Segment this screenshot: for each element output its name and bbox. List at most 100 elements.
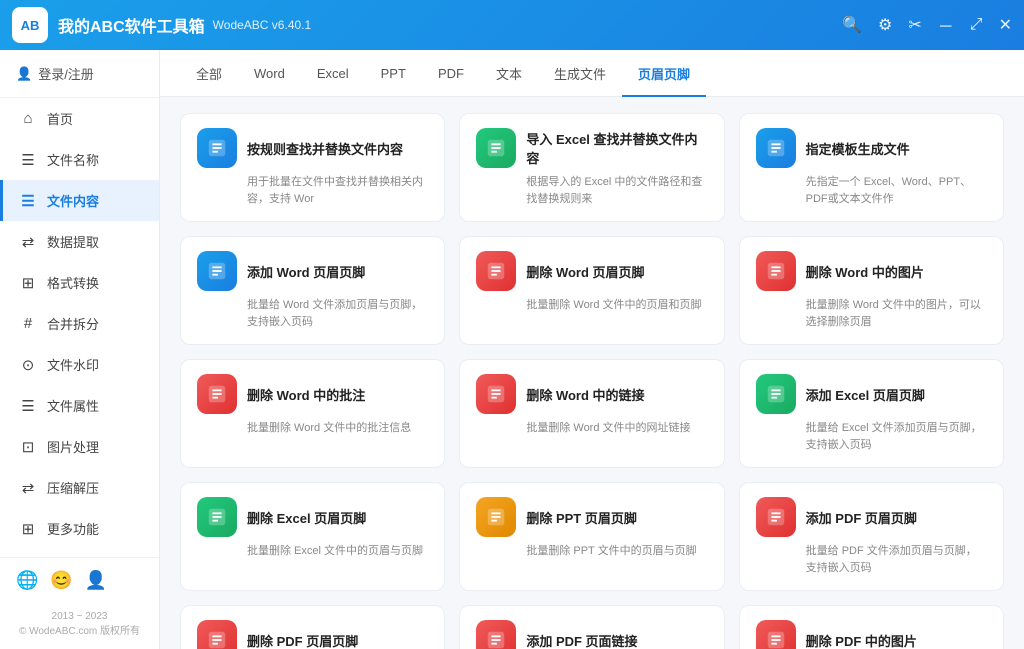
nav-label-dataextract: 数据提取 bbox=[47, 232, 99, 251]
nav-label-formatconvert: 格式转换 bbox=[47, 273, 99, 292]
tool-card[interactable]: 指定模板生成文件 先指定一个 Excel、Word、PPT、PDF或文本文件作 bbox=[739, 113, 1004, 222]
tool-card[interactable]: 删除 Word 中的链接 批量删除 Word 文件中的网址链接 bbox=[459, 359, 724, 468]
tool-name: 删除 Word 中的链接 bbox=[526, 385, 644, 404]
tool-name: 删除 Word 页眉页脚 bbox=[526, 262, 644, 281]
search-icon[interactable]: 🔍 bbox=[842, 15, 862, 35]
nav-label-watermark: 文件水印 bbox=[47, 355, 99, 374]
tool-card-header: 删除 Word 中的批注 bbox=[197, 374, 428, 414]
tool-icon bbox=[197, 251, 237, 291]
maximize-icon[interactable]: ⤢ bbox=[970, 16, 983, 34]
tool-name: 添加 Excel 页眉页脚 bbox=[806, 385, 925, 404]
tool-name: 指定模板生成文件 bbox=[806, 139, 910, 158]
tool-card[interactable]: 删除 PDF 中的图片 批量删除 PDF 文件中的图片 bbox=[739, 605, 1004, 649]
tool-card[interactable]: 添加 PDF 页面链接 批量给 PDF 的整个页面添加一个网址链接，在单击 bbox=[459, 605, 724, 649]
login-label: 登录/注册 bbox=[38, 64, 94, 83]
tool-name: 按规则查找并替换文件内容 bbox=[247, 139, 403, 158]
tool-card[interactable]: 按规则查找并替换文件内容 用于批量在文件中查找并替换相关内容，支持 Wor bbox=[180, 113, 445, 222]
tool-desc: 用于批量在文件中查找并替换相关内容，支持 Wor bbox=[197, 174, 428, 207]
tab-全部[interactable]: 全部 bbox=[180, 50, 238, 97]
tool-icon bbox=[197, 497, 237, 537]
sidebar-item-mergesplit[interactable]: # 合并拆分 bbox=[0, 303, 159, 344]
tab-文本[interactable]: 文本 bbox=[480, 50, 538, 97]
tool-card[interactable]: 添加 Excel 页眉页脚 批量给 Excel 文件添加页眉与页脚，支持嵌入页码 bbox=[739, 359, 1004, 468]
tool-card-header: 添加 PDF 页面链接 bbox=[476, 620, 707, 649]
emoji-icon[interactable]: 😊 bbox=[50, 570, 72, 591]
tab-PDF[interactable]: PDF bbox=[422, 52, 480, 95]
copyright: 2013 ~ 2023 © WodeABC.com 版权所有 bbox=[0, 603, 159, 649]
tool-card-header: 删除 PDF 中的图片 bbox=[756, 620, 987, 649]
tool-icon bbox=[476, 497, 516, 537]
nav-label-fileprop: 文件属性 bbox=[47, 396, 99, 415]
tool-desc: 批量删除 Excel 文件中的页眉与页脚 bbox=[197, 543, 428, 560]
tool-card[interactable]: 添加 Word 页眉页脚 批量给 Word 文件添加页眉与页脚，支持嵌入页码 bbox=[180, 236, 445, 345]
nav-label-compress: 压缩解压 bbox=[47, 478, 99, 497]
tool-card-header: 添加 Word 页眉页脚 bbox=[197, 251, 428, 291]
tool-desc: 根据导入的 Excel 中的文件路径和查找替换规则来 bbox=[476, 174, 707, 207]
sidebar-item-filename[interactable]: ☰ 文件名称 bbox=[0, 139, 159, 180]
sidebar-item-home[interactable]: ⌂ 首页 bbox=[0, 98, 159, 139]
tool-icon bbox=[756, 374, 796, 414]
tool-desc: 批量给 Excel 文件添加页眉与页脚，支持嵌入页码 bbox=[756, 420, 987, 453]
tool-desc: 批量删除 PPT 文件中的页眉与页脚 bbox=[476, 543, 707, 560]
nav-icon-dataextract: ⇄ bbox=[19, 233, 37, 251]
tool-card[interactable]: 删除 PDF 页眉页脚 批量删除 PDF 文件中的页眉和页脚 bbox=[180, 605, 445, 649]
app-subtitle: WodeABC v6.40.1 bbox=[213, 18, 312, 32]
tool-name: 删除 Word 中的批注 bbox=[247, 385, 365, 404]
tool-name: 添加 Word 页眉页脚 bbox=[247, 262, 365, 281]
tool-name: 删除 PDF 页眉页脚 bbox=[247, 631, 358, 649]
tool-card[interactable]: 导入 Excel 查找并替换文件内容 根据导入的 Excel 中的文件路径和查找… bbox=[459, 113, 724, 222]
tool-icon bbox=[476, 374, 516, 414]
tool-desc: 批量给 PDF 文件添加页眉与页脚，支持嵌入页码 bbox=[756, 543, 987, 576]
tool-card-header: 删除 PDF 页眉页脚 bbox=[197, 620, 428, 649]
sidebar-item-filecontent[interactable]: ☰ 文件内容 bbox=[0, 180, 159, 221]
tab-Excel[interactable]: Excel bbox=[301, 52, 365, 95]
tab-PPT[interactable]: PPT bbox=[365, 52, 422, 95]
login-button[interactable]: 👤 登录/注册 bbox=[0, 50, 159, 98]
scissors-icon[interactable]: ✂ bbox=[908, 15, 921, 35]
tool-icon bbox=[197, 374, 237, 414]
tool-card[interactable]: 删除 Word 页眉页脚 批量删除 Word 文件中的页眉和页脚 bbox=[459, 236, 724, 345]
nav-icon-formatconvert: ⊞ bbox=[19, 274, 37, 292]
tool-card[interactable]: 添加 PDF 页眉页脚 批量给 PDF 文件添加页眉与页脚，支持嵌入页码 bbox=[739, 482, 1004, 591]
tool-name: 删除 PPT 页眉页脚 bbox=[526, 508, 637, 527]
tool-icon bbox=[756, 251, 796, 291]
sidebar-item-fileprop[interactable]: ☰ 文件属性 bbox=[0, 385, 159, 426]
nav-icon-home: ⌂ bbox=[19, 110, 37, 127]
sidebar-footer: 🌐 😊 👤 bbox=[0, 557, 159, 603]
nav-icon-more: ⊞ bbox=[19, 520, 37, 538]
sidebar-item-watermark[interactable]: ⊙ 文件水印 bbox=[0, 344, 159, 385]
minimize-icon[interactable]: － bbox=[938, 13, 954, 37]
tool-name: 导入 Excel 查找并替换文件内容 bbox=[526, 129, 707, 167]
app-logo: AB bbox=[12, 7, 48, 43]
sidebar-item-compress[interactable]: ⇄ 压缩解压 bbox=[0, 467, 159, 508]
nav-label-home: 首页 bbox=[47, 109, 73, 128]
tool-card-header: 导入 Excel 查找并替换文件内容 bbox=[476, 128, 707, 168]
main-layout: 👤 登录/注册 ⌂ 首页 ☰ 文件名称 ☰ 文件内容 ⇄ 数据提取 ⊞ 格式转换… bbox=[0, 50, 1024, 649]
sidebar-item-imageprocess[interactable]: ⊡ 图片处理 bbox=[0, 426, 159, 467]
tool-icon bbox=[476, 251, 516, 291]
tab-页眉页脚[interactable]: 页眉页脚 bbox=[622, 50, 706, 97]
tab-Word[interactable]: Word bbox=[238, 52, 301, 95]
tool-card[interactable]: 删除 Excel 页眉页脚 批量删除 Excel 文件中的页眉与页脚 bbox=[180, 482, 445, 591]
close-icon[interactable]: ✕ bbox=[999, 15, 1012, 35]
tool-card[interactable]: 删除 Word 中的批注 批量删除 Word 文件中的批注信息 bbox=[180, 359, 445, 468]
sidebar-item-formatconvert[interactable]: ⊞ 格式转换 bbox=[0, 262, 159, 303]
sidebar-item-dataextract[interactable]: ⇄ 数据提取 bbox=[0, 221, 159, 262]
tab-生成文件[interactable]: 生成文件 bbox=[538, 50, 622, 97]
tool-icon bbox=[756, 497, 796, 537]
tool-card[interactable]: 删除 PPT 页眉页脚 批量删除 PPT 文件中的页眉与页脚 bbox=[459, 482, 724, 591]
browser-icon[interactable]: 🌐 bbox=[16, 570, 38, 591]
tool-card-header: 按规则查找并替换文件内容 bbox=[197, 128, 428, 168]
tool-desc: 批量删除 Word 文件中的图片，可以选择删除页眉 bbox=[756, 297, 987, 330]
tool-desc: 先指定一个 Excel、Word、PPT、PDF或文本文件作 bbox=[756, 174, 987, 207]
person-icon[interactable]: 👤 bbox=[85, 570, 107, 591]
tool-icon bbox=[756, 620, 796, 649]
tool-desc: 批量给 Word 文件添加页眉与页脚，支持嵌入页码 bbox=[197, 297, 428, 330]
tool-card[interactable]: 删除 Word 中的图片 批量删除 Word 文件中的图片，可以选择删除页眉 bbox=[739, 236, 1004, 345]
nav-icon-imageprocess: ⊡ bbox=[19, 438, 37, 456]
tool-card-header: 删除 Word 页眉页脚 bbox=[476, 251, 707, 291]
nav-label-mergesplit: 合并拆分 bbox=[47, 314, 99, 333]
gear-icon[interactable]: ⚙ bbox=[878, 15, 892, 35]
tool-name: 删除 Excel 页眉页脚 bbox=[247, 508, 366, 527]
sidebar-item-more[interactable]: ⊞ 更多功能 bbox=[0, 508, 159, 549]
